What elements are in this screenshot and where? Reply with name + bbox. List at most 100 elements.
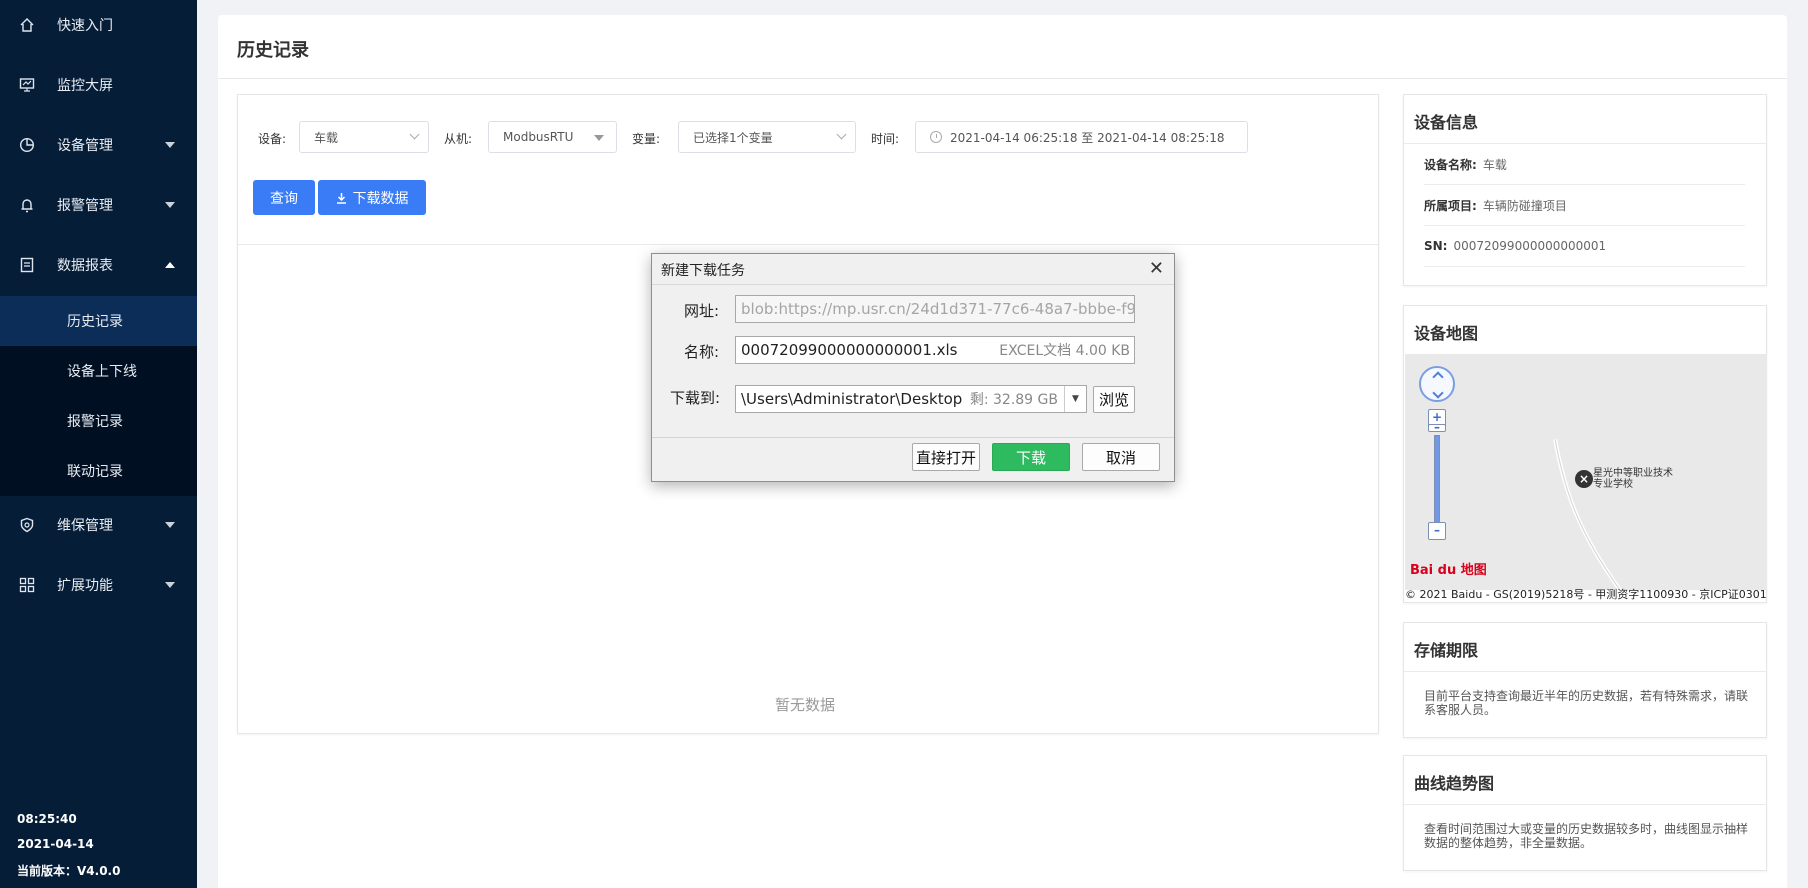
sub-item-history[interactable]: 历史记录 xyxy=(0,296,197,346)
project-key: 所属项目: xyxy=(1424,198,1477,213)
zoom-slider[interactable] xyxy=(1434,435,1440,529)
trend-text: 查看时间范围过大或变量的历史数据较多时，曲线图显示抽样数据的整体趋势，非全量数据… xyxy=(1424,822,1749,850)
poi-label: 星光中等职业技术专业学校 xyxy=(1593,468,1673,490)
sub-item-linkage-records[interactable]: 联动记录 xyxy=(0,446,197,496)
query-button-label: 查询 xyxy=(270,190,298,207)
chevron-down-icon xyxy=(165,582,175,588)
save-path-value: \Users\Administrator\Desktop xyxy=(741,390,963,408)
nav-item-maintenance[interactable]: 维保管理 xyxy=(0,503,197,547)
clock-date: 2021-04-14 xyxy=(17,837,94,851)
version-label: 当前版本：V4.0.0 xyxy=(17,864,121,878)
device-name-value: 车载 xyxy=(1482,157,1507,172)
device-name-row: 设备名称: 车载 xyxy=(1424,144,1745,185)
chevron-down-icon xyxy=(165,522,175,528)
sn-value: 00072099000000000001 xyxy=(1453,239,1607,253)
dropdown-icon[interactable]: ▼ xyxy=(1064,386,1086,412)
clock-icon xyxy=(930,131,942,143)
home-icon xyxy=(18,16,36,34)
variable-select[interactable]: 已选择1个变量 xyxy=(678,121,856,153)
download-data-button[interactable]: 下载数据 xyxy=(318,180,426,215)
nav-label: 快速入门 xyxy=(57,18,113,34)
browse-label: 浏览 xyxy=(1098,391,1129,409)
project-value: 车辆防碰撞项目 xyxy=(1482,198,1567,213)
monitor-icon xyxy=(18,76,36,94)
sub-item-alarm-records[interactable]: 报警记录 xyxy=(0,396,197,446)
map-view[interactable]: + – – × 星光中等职业技术专业学校 Bai du 地图 xyxy=(1405,354,1767,590)
nav-item-data-report[interactable]: 数据报表 xyxy=(0,243,197,287)
save-path-field[interactable]: \Users\Administrator\Desktop 剩: 32.89 GB… xyxy=(735,385,1087,413)
url-label: 网址: xyxy=(684,302,720,320)
chevron-down-icon xyxy=(409,129,420,140)
download-icon xyxy=(336,192,347,204)
nav-label: 数据报表 xyxy=(57,258,113,274)
device-map-title: 设备地图 xyxy=(1414,324,1479,343)
nav-label: 监控大屏 xyxy=(57,78,113,94)
nav-item-extensions[interactable]: 扩展功能 xyxy=(0,563,197,607)
card-divider xyxy=(1404,671,1766,672)
device-select[interactable]: 车载 xyxy=(299,121,429,153)
download-label: 下载 xyxy=(1015,448,1046,467)
nav-label: 设备管理 xyxy=(57,138,113,154)
zoom-out-button[interactable]: – xyxy=(1428,522,1446,540)
project-row: 所属项目: 车辆防碰撞项目 xyxy=(1424,185,1745,226)
nav-item-device-management[interactable]: 设备管理 xyxy=(0,123,197,167)
variable-select-value: 已选择1个变量 xyxy=(693,130,773,145)
dialog-footer-divider xyxy=(652,437,1174,438)
chevron-down-icon xyxy=(836,129,847,140)
url-value: blob:https://mp.usr.cn/24d1d371-77c6-48a… xyxy=(741,300,1135,318)
chevron-down-icon xyxy=(165,202,175,208)
dialog-title-divider xyxy=(652,284,1174,285)
filename-label: 名称: xyxy=(684,343,720,361)
clock-time: 08:25:40 xyxy=(17,812,77,826)
zoom-slider-handle[interactable]: – xyxy=(1428,421,1446,433)
url-field: blob:https://mp.usr.cn/24d1d371-77c6-48a… xyxy=(735,295,1135,323)
caret-down-icon xyxy=(594,135,604,141)
open-directly-label: 直接打开 xyxy=(915,448,976,467)
storage-text: 目前平台支持查询最近半年的历史数据，若有特殊需求，请联系客服人员。 xyxy=(1424,689,1749,717)
nav-item-monitor-screen[interactable]: 监控大屏 xyxy=(0,63,197,107)
poi-close-icon[interactable]: × xyxy=(1575,470,1593,488)
storage-title: 存储期限 xyxy=(1414,641,1479,660)
card-divider xyxy=(1404,804,1766,805)
nav-item-alarm-management[interactable]: 报警管理 xyxy=(0,183,197,227)
download-dialog: 新建下载任务 ✕ 网址: blob:https://mp.usr.cn/24d1… xyxy=(651,253,1175,482)
nav-item-quick-start[interactable]: 快速入门 xyxy=(0,3,197,47)
chevron-down-icon xyxy=(165,142,175,148)
download-button[interactable]: 下载 xyxy=(992,443,1070,471)
close-icon[interactable]: ✕ xyxy=(1149,260,1164,278)
sub-item-label: 设备上下线 xyxy=(67,364,137,380)
sub-item-label: 报警记录 xyxy=(67,414,123,430)
cancel-button[interactable]: 取消 xyxy=(1082,443,1160,471)
page-title: 历史记录 xyxy=(237,40,309,61)
report-icon xyxy=(18,256,36,274)
time-filter-label: 时间: xyxy=(871,132,900,146)
storage-card: 存储期限 目前平台支持查询最近半年的历史数据，若有特殊需求，请联系客服人员。 xyxy=(1403,622,1767,738)
data-report-submenu: 历史记录 设备上下线 报警记录 联动记录 xyxy=(0,296,197,496)
device-map-card: 设备地图 + – – × 星光中等职业技术专业学校 Bai du 地图 xyxy=(1403,305,1767,603)
open-directly-button[interactable]: 直接打开 xyxy=(912,443,980,471)
apps-icon xyxy=(18,576,36,594)
device-info-title: 设备信息 xyxy=(1414,113,1479,132)
sn-row: SN: 00072099000000000001 xyxy=(1424,226,1745,267)
free-space: 剩: 32.89 GB xyxy=(969,392,1058,408)
empty-state-text: 暂无数据 xyxy=(775,696,836,714)
device-filter-label: 设备: xyxy=(258,132,287,146)
variable-filter-label: 变量: xyxy=(632,132,661,146)
pie-chart-icon xyxy=(18,136,36,154)
slave-select[interactable]: ModbusRTU xyxy=(488,121,617,153)
time-range-picker[interactable]: 2021-04-14 06:25:18 至 2021-04-14 08:25:1… xyxy=(915,121,1248,153)
nav-label: 报警管理 xyxy=(57,198,113,214)
sidebar: 快速入门 监控大屏 设备管理 报警管理 数据报表 历史记录 设备上下线 报警记录… xyxy=(0,0,197,888)
query-button[interactable]: 查询 xyxy=(253,180,315,215)
sub-item-device-online[interactable]: 设备上下线 xyxy=(0,346,197,396)
chevron-up-icon xyxy=(165,262,175,268)
browse-button[interactable]: 浏览 xyxy=(1093,386,1135,413)
sub-item-label: 历史记录 xyxy=(67,314,123,330)
save-path-label: 下载到: xyxy=(670,389,721,407)
time-range-value: 2021-04-14 06:25:18 至 2021-04-14 08:25:1… xyxy=(950,130,1225,145)
map-pan-control[interactable] xyxy=(1419,366,1455,402)
shield-icon xyxy=(18,516,36,534)
filename-field[interactable]: 00072099000000000001.xls EXCEL文档 4.00 KB xyxy=(735,336,1135,364)
slave-filter-label: 从机: xyxy=(444,132,473,146)
nav-label: 维保管理 xyxy=(57,518,113,534)
